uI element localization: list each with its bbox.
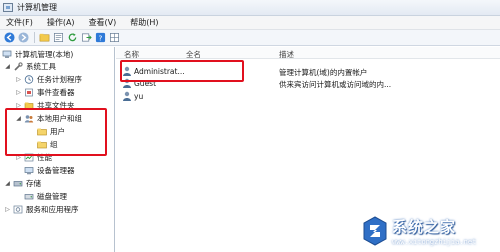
xitongzhijia-logo-icon: [363, 216, 387, 246]
tree-label-services-apps: 服务和应用程序: [26, 204, 79, 214]
watermark-url: www.xitongzhijia.net: [392, 238, 477, 246]
tree-item-root[interactable]: 计算机管理(本地): [2, 48, 73, 60]
expand-arrow-icon[interactable]: ◢: [4, 62, 11, 70]
highlight-box-local-users: [5, 108, 107, 156]
collapse-arrow-icon[interactable]: ▷: [4, 205, 11, 213]
tree-label-disk-management: 磁盘管理: [37, 191, 67, 201]
watermark-name: 系统之家: [392, 218, 457, 236]
menu-action[interactable]: 操作(A): [41, 17, 83, 28]
column-header-full-name[interactable]: 全名: [186, 49, 201, 60]
toolbar-separator: [34, 32, 35, 43]
svg-text:?: ?: [98, 33, 102, 42]
services-icon: [13, 205, 23, 214]
menu-help[interactable]: 帮助(H): [124, 17, 166, 28]
computer-management-icon: [3, 3, 13, 12]
column-header-name[interactable]: 名称: [124, 49, 139, 60]
tree-item-services-apps[interactable]: ▷ 服务和应用程序: [4, 203, 79, 215]
storage-icon: [13, 179, 23, 188]
highlight-box-administrator: [120, 60, 244, 82]
tools-icon: [13, 61, 23, 71]
tree-item-system-tools[interactable]: ◢ 系统工具: [4, 60, 56, 72]
disk-icon: [24, 192, 34, 201]
expand-arrow-icon[interactable]: ◢: [4, 179, 11, 187]
tree-item-task-scheduler[interactable]: ▷ 任务计划程序: [15, 73, 82, 85]
window-title: 计算机管理: [17, 3, 57, 12]
menu-view[interactable]: 查看(V): [83, 17, 125, 28]
title-bar: 计算机管理: [0, 0, 500, 16]
column-header-description[interactable]: 描述: [279, 49, 294, 60]
collapse-arrow-icon[interactable]: ▷: [15, 88, 22, 96]
refresh-icon[interactable]: [66, 32, 78, 43]
tree-label-event-viewer: 事件查看器: [37, 87, 75, 97]
row-description: 供来宾访问计算机或访问域的内...: [279, 80, 392, 89]
tree-item-device-manager[interactable]: 设备管理器: [24, 164, 75, 176]
tree-label-root: 计算机管理(本地): [15, 49, 74, 59]
help-icon[interactable]: ?: [94, 32, 106, 43]
watermark: 系统之家 www.xitongzhijia.net: [362, 210, 500, 252]
tree-label-system-tools: 系统工具: [26, 61, 56, 71]
grid-icon[interactable]: [108, 32, 120, 43]
collapse-arrow-icon[interactable]: ▷: [15, 75, 22, 83]
tree-label-storage: 存储: [26, 178, 41, 188]
table-row[interactable]: yu: [116, 90, 500, 102]
properties-icon[interactable]: [52, 32, 64, 43]
tree-label-task-scheduler: 任务计划程序: [37, 74, 82, 84]
forward-arrow-icon[interactable]: [17, 32, 29, 43]
back-arrow-icon[interactable]: [3, 32, 15, 43]
menu-bar: 文件(F) 操作(A) 查看(V) 帮助(H): [0, 16, 500, 30]
list-header: 名称 全名 描述: [116, 47, 500, 59]
computer-icon: [2, 50, 12, 59]
device-manager-icon: [24, 166, 34, 175]
event-log-icon: [24, 88, 34, 97]
tree-item-disk-management[interactable]: 磁盘管理: [24, 190, 67, 202]
clock-icon: [24, 74, 34, 84]
tree-label-device-manager: 设备管理器: [37, 165, 75, 175]
toolbar: ?: [0, 30, 500, 46]
user-icon: [123, 91, 131, 101]
tree-item-event-viewer[interactable]: ▷ 事件查看器: [15, 86, 75, 98]
row-name: yu: [134, 92, 144, 101]
menu-file[interactable]: 文件(F): [0, 17, 41, 28]
folder-up-icon[interactable]: [38, 32, 50, 43]
export-icon[interactable]: [80, 32, 92, 43]
tree-item-storage[interactable]: ◢ 存储: [4, 177, 41, 189]
